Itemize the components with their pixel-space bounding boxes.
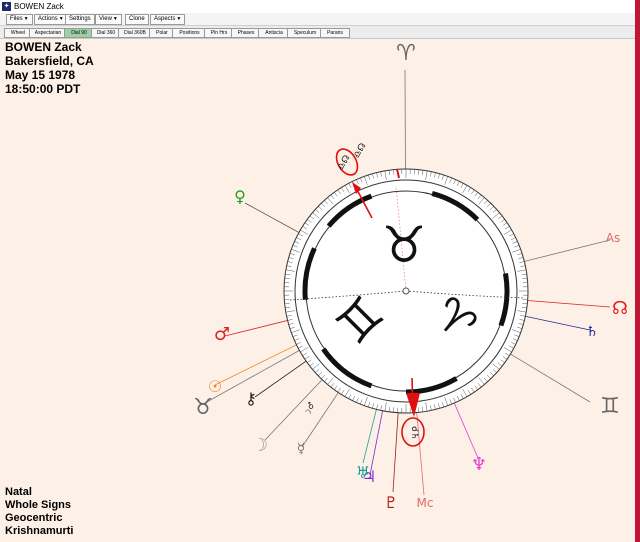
tab-positions[interactable]: Positions — [172, 28, 207, 38]
aries-glyph: ♈ — [396, 41, 416, 66]
chiron-glyph: ⚷ — [245, 389, 257, 408]
mars-glyph: ♂ — [214, 324, 230, 345]
taurus-glyph: ♉ — [193, 395, 213, 420]
midheaven-label: Mc — [417, 496, 434, 510]
north-node-glyph: ☊ — [612, 298, 628, 319]
chevron-down-icon: ▼ — [58, 16, 64, 22]
tab-aspectarian[interactable]: Aspectarian — [29, 28, 67, 38]
gemini-glyph: ♊ — [600, 394, 620, 419]
marker-label-small: ☽♂ — [303, 401, 316, 418]
marker-label-top-2: ♎☊ — [352, 142, 369, 161]
view-tabs: Wheel Aspectarian Dial 90 Dial 360 Dial … — [0, 26, 640, 39]
files-menu[interactable]: Files▼ — [6, 14, 33, 25]
menu-bar: Files▼ Actions▼ Settings View▼ Clone Asp… — [0, 13, 640, 26]
settings-button[interactable]: Settings — [65, 14, 95, 25]
mercury-glyph: ☿ — [297, 441, 306, 457]
app-icon: ✦ — [2, 2, 11, 11]
saturn-glyph: ♄ — [586, 324, 599, 340]
neptune-glyph: ♆ — [471, 454, 487, 475]
clone-button[interactable]: Clone — [125, 14, 149, 25]
dial-center-point — [402, 287, 410, 295]
aspects-menu[interactable]: Aspects▼ — [150, 14, 186, 25]
tab-phases[interactable]: Phases — [231, 28, 261, 38]
venus-glyph: ♀ — [234, 187, 246, 206]
tab-dial-90[interactable]: Dial 90 — [64, 28, 94, 38]
dial-chart[interactable]: ♉ ♊ ♈ ♈As☊♄♊♆Mc♇♃♅☿☽⚷♉☉♂♀ ♎☊ ♎☊ ☌♄ ☽♂ — [0, 39, 635, 542]
moon-glyph: ☽ — [252, 435, 268, 456]
marker-label-top: ♎☊ — [336, 154, 353, 173]
window-frame-edge — [635, 0, 640, 542]
tab-dial-360[interactable]: Dial 360 — [91, 28, 121, 38]
window-title: BOWEN Zack — [14, 2, 64, 11]
chevron-down-icon: ▼ — [112, 16, 118, 22]
tab-antiscia[interactable]: Antiscia — [258, 28, 290, 38]
tab-speculum[interactable]: Speculum — [287, 28, 323, 38]
view-menu[interactable]: View▼ — [95, 14, 122, 25]
title-bar: ✦ BOWEN Zack — [0, 0, 640, 14]
uranus-glyph: ♅ — [356, 463, 370, 482]
tab-pln-hrs[interactable]: Pln Hrs — [204, 28, 234, 38]
chevron-down-icon: ▼ — [23, 16, 29, 22]
taurus-icon: ♉ — [382, 216, 427, 274]
tab-wheel[interactable]: Wheel — [4, 28, 32, 38]
chevron-down-icon: ▼ — [176, 16, 182, 22]
tab-dial-360b[interactable]: Dial 360B — [118, 28, 152, 38]
sun-glyph: ☉ — [208, 377, 222, 396]
ascendant-label: As — [606, 231, 620, 245]
tab-parans[interactable]: Parans — [320, 28, 350, 38]
pluto-glyph: ♇ — [384, 493, 398, 512]
actions-menu[interactable]: Actions▼ — [34, 14, 68, 25]
marker-label-bottom: ☌♄ — [409, 426, 419, 440]
